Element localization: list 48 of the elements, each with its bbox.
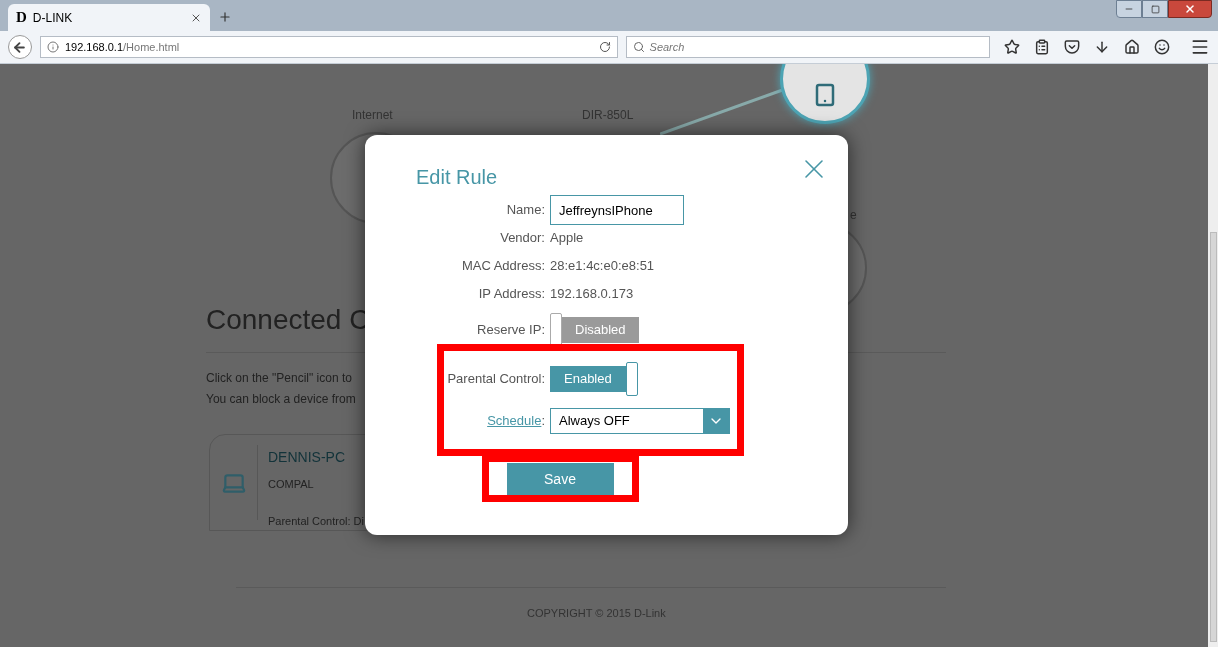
menu-icon[interactable] <box>1190 37 1210 57</box>
new-tab-icon[interactable] <box>218 10 232 24</box>
clipboard-icon[interactable] <box>1034 39 1051 55</box>
field-label: Reserve IP: <box>476 321 545 340</box>
address-bar[interactable]: 192.168.0.1/Home.html <box>39 36 618 58</box>
search-placeholder: Search <box>649 39 685 55</box>
toggle-label: Enabled <box>550 366 626 392</box>
toggle-switch[interactable]: Disabled <box>550 313 639 347</box>
minimize-button[interactable] <box>1116 0 1142 18</box>
name-field[interactable]: JeffreynsIPhone <box>550 195 684 225</box>
dialog-title: Edit Rule <box>416 165 498 190</box>
tablet-icon <box>813 83 837 107</box>
maximize-icon <box>1150 4 1160 14</box>
toggle-knob <box>550 313 562 347</box>
pocket-icon[interactable] <box>1064 39 1081 55</box>
back-button[interactable] <box>8 35 32 59</box>
close-button[interactable] <box>1168 0 1212 18</box>
field-value: 28:e1:4c:e0:e8:51 <box>550 257 655 276</box>
star-icon[interactable] <box>1004 39 1021 55</box>
reload-icon[interactable] <box>598 41 611 53</box>
field-value: 192.168.0.173 <box>550 285 634 304</box>
field-label: MAC Address: <box>460 257 545 276</box>
instruction-text: Click on the "Pencil" icon to <box>206 370 352 387</box>
search-field[interactable]: Search <box>625 36 991 58</box>
field-label: : <box>541 412 545 431</box>
field-label: IP Address: <box>477 285 545 304</box>
scrollbar-thumb[interactable] <box>1209 232 1217 642</box>
save-button[interactable]: Save <box>506 463 614 495</box>
maximize-button[interactable] <box>1142 0 1168 18</box>
field-label: Parental Control: <box>446 370 545 389</box>
tab-title: D-LINK <box>32 9 74 27</box>
field-label: Vendor: <box>499 229 545 248</box>
browser-tab[interactable]: D D-LINK <box>8 4 210 31</box>
field-value: Apple <box>550 229 584 248</box>
device-vendor: COMPAL <box>268 477 315 492</box>
close-icon <box>1184 3 1196 15</box>
schedule-select[interactable]: Always OFF <box>550 408 730 434</box>
field-label: Name: <box>505 201 545 220</box>
search-icon <box>632 41 645 53</box>
url-text: 192.168.0.1/Home.html <box>64 39 181 55</box>
instruction-text: You can block a device from <box>206 391 356 408</box>
device-name: DENNIS-PC <box>268 448 346 467</box>
tab-logo: D <box>16 8 27 28</box>
toggle-label: Disabled <box>562 317 639 343</box>
home-icon[interactable] <box>1124 39 1141 55</box>
smiley-icon[interactable] <box>1154 39 1171 55</box>
toggle-switch[interactable]: Enabled <box>550 362 638 396</box>
info-icon <box>46 41 59 53</box>
